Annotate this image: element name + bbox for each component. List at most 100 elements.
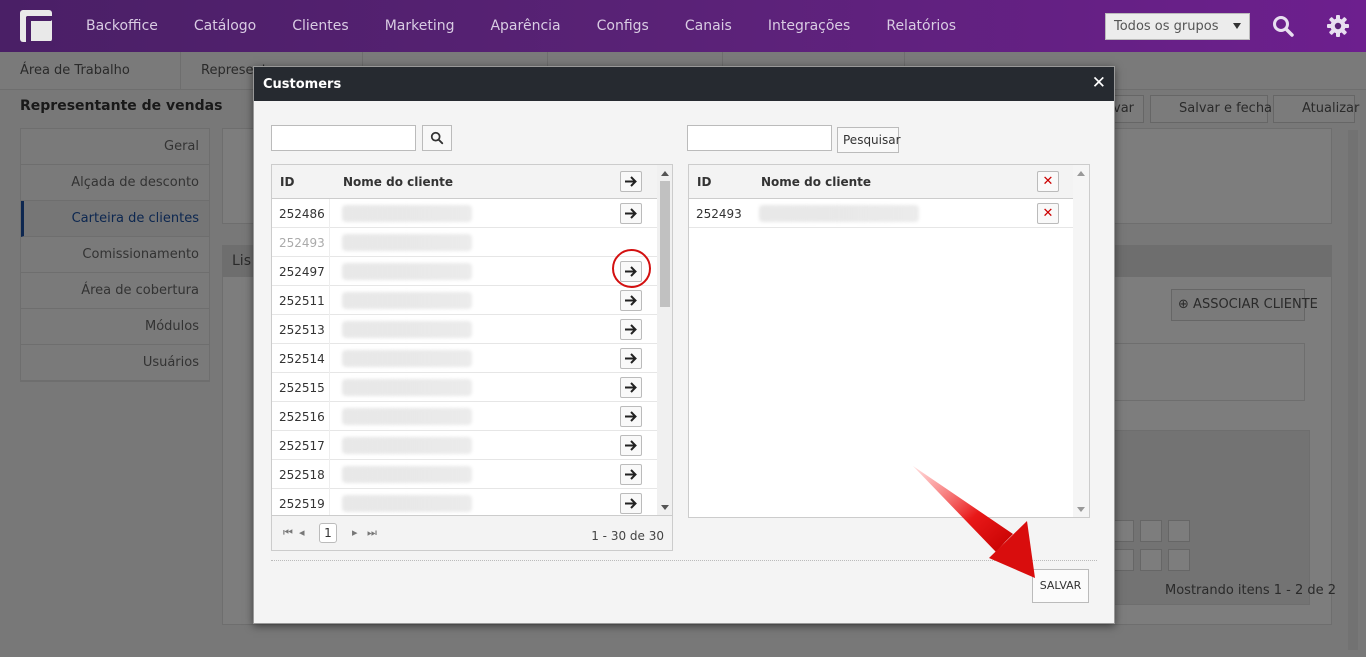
prev-page-icon[interactable]: ◂ bbox=[299, 526, 305, 539]
add-all-button[interactable] bbox=[620, 171, 642, 192]
cell-divider bbox=[329, 402, 330, 431]
customer-id: 252486 bbox=[279, 207, 325, 221]
add-customer-button[interactable] bbox=[620, 319, 642, 340]
page-number[interactable]: 1 bbox=[319, 523, 337, 543]
modal-title: Customers bbox=[263, 77, 342, 92]
cell-divider bbox=[329, 286, 330, 315]
grid-header: ID Nome do cliente bbox=[272, 165, 657, 199]
cell-divider bbox=[329, 199, 330, 228]
customer-name: Dinaio Tato bbox=[342, 321, 472, 338]
add-customer-button[interactable] bbox=[620, 493, 642, 514]
remove-icon: ✕ bbox=[1042, 174, 1054, 189]
search-icon[interactable] bbox=[1272, 15, 1294, 37]
customer-name: Vin Hugene de Moura Araujo bbox=[759, 205, 919, 222]
arrow-right-icon bbox=[625, 411, 637, 422]
nav-relatorios[interactable]: Relatórios bbox=[868, 18, 974, 34]
left-search-input[interactable] bbox=[271, 125, 416, 151]
customer-id: 252497 bbox=[279, 265, 325, 279]
cell-divider bbox=[329, 460, 330, 489]
nav-backoffice[interactable]: Backoffice bbox=[68, 18, 176, 34]
pager-info: 1 - 30 de 30 bbox=[591, 529, 664, 543]
add-customer-button[interactable] bbox=[620, 377, 642, 398]
top-navbar: Backoffice Catálogo Clientes Marketing A… bbox=[0, 0, 1366, 52]
grid-header: ID Nome do cliente ✕ bbox=[689, 165, 1073, 199]
table-row: 252518 Lindoso Tilede bbox=[272, 460, 657, 489]
customer-name: Tiaele Alel bbox=[342, 408, 472, 425]
customer-id: 252511 bbox=[279, 294, 325, 308]
customer-name: Vin Hugene de Moura Araujo bbox=[342, 234, 472, 251]
customer-name: Adali Bella bbox=[342, 292, 472, 309]
add-customer-button[interactable] bbox=[620, 348, 642, 369]
table-row: 252497 Esmerim Asparin bbox=[272, 257, 657, 286]
right-search-input[interactable] bbox=[687, 125, 832, 151]
first-page-icon[interactable]: ⏮ bbox=[283, 526, 293, 540]
table-row: 252515 Jessie Ioridero bbox=[272, 373, 657, 402]
available-customers-grid: ID Nome do cliente 252486Alexander Cho25… bbox=[271, 164, 673, 516]
right-grid-scrollbar[interactable] bbox=[1073, 165, 1089, 517]
left-search-button[interactable] bbox=[422, 125, 452, 151]
customer-id: 252514 bbox=[279, 352, 325, 366]
nav-integracoes[interactable]: Integrações bbox=[750, 18, 869, 34]
next-page-icon[interactable]: ▸ bbox=[352, 526, 358, 539]
scroll-up-icon[interactable] bbox=[1077, 171, 1085, 176]
add-customer-button[interactable] bbox=[620, 435, 642, 456]
annotation-circle bbox=[612, 249, 651, 288]
customer-name: Fernandes Emdeo bbox=[342, 437, 472, 454]
pesquisar-button[interactable]: Pesquisar bbox=[837, 127, 901, 153]
table-row: 252511 Adali Bella bbox=[272, 286, 657, 315]
nav-clientes[interactable]: Clientes bbox=[274, 18, 366, 34]
cell-divider bbox=[329, 257, 330, 286]
caret-down-icon bbox=[1233, 23, 1241, 29]
scroll-up-icon[interactable] bbox=[661, 171, 669, 176]
cell-divider bbox=[329, 373, 330, 402]
cell-divider bbox=[329, 228, 330, 257]
scroll-thumb[interactable] bbox=[660, 181, 670, 307]
add-customer-button[interactable] bbox=[620, 290, 642, 311]
main-menu: Backoffice Catálogo Clientes Marketing A… bbox=[68, 0, 974, 52]
nav-marketing[interactable]: Marketing bbox=[367, 18, 473, 34]
col-name-header: Nome do cliente bbox=[343, 175, 454, 189]
left-grid-scrollbar[interactable] bbox=[657, 165, 672, 515]
close-icon[interactable]: ✕ bbox=[1092, 74, 1106, 92]
table-row: 252516 Tiaele Alel bbox=[272, 402, 657, 431]
cell-divider bbox=[329, 431, 330, 460]
col-id-header: ID bbox=[280, 175, 295, 189]
modal-header: Customers ✕ bbox=[254, 67, 1114, 101]
arrow-right-icon bbox=[625, 353, 637, 364]
table-row: 252517 Fernandes Emdeo bbox=[272, 431, 657, 460]
customer-name: Esmerim Asparin bbox=[342, 263, 472, 280]
last-page-icon[interactable]: ⏭ bbox=[367, 526, 377, 540]
add-customer-button[interactable] bbox=[620, 464, 642, 485]
remove-customer-button[interactable]: ✕ bbox=[1037, 203, 1059, 224]
app-logo[interactable] bbox=[20, 10, 56, 46]
table-row: 252493 Vin Hugene de Moura Araujo bbox=[272, 228, 657, 257]
left-grid-pager: ⏮ ◂ 1 ▸ ⏭ 1 - 30 de 30 bbox=[271, 516, 673, 551]
table-row: 252493 Vin Hugene de Moura Araujo ✕ bbox=[689, 199, 1073, 228]
arrow-right-icon bbox=[625, 176, 637, 187]
col-name-header: Nome do cliente bbox=[761, 175, 872, 189]
customer-id: 252493 bbox=[696, 207, 742, 221]
scroll-down-icon[interactable] bbox=[661, 505, 669, 510]
add-customer-button[interactable] bbox=[620, 406, 642, 427]
customer-name: Jessie Ioridero bbox=[342, 379, 472, 396]
customer-name: Lucas Betro Aid Santos bbox=[342, 495, 472, 512]
gear-icon[interactable] bbox=[1326, 14, 1350, 38]
scroll-down-icon[interactable] bbox=[1077, 507, 1085, 512]
customer-id: 252518 bbox=[279, 468, 325, 482]
cell-divider bbox=[329, 489, 330, 515]
add-customer-button[interactable] bbox=[620, 203, 642, 224]
nav-aparencia[interactable]: Aparência bbox=[472, 18, 578, 34]
remove-all-button[interactable]: ✕ bbox=[1037, 171, 1059, 192]
customer-name: Renata Borlinni bbox=[342, 350, 472, 367]
nav-canais[interactable]: Canais bbox=[667, 18, 750, 34]
customer-id: 252516 bbox=[279, 410, 325, 424]
customer-name: Lindoso Tilede bbox=[342, 466, 472, 483]
group-select[interactable]: Todos os grupos bbox=[1105, 13, 1250, 40]
arrow-right-icon bbox=[625, 440, 637, 451]
nav-catalogo[interactable]: Catálogo bbox=[176, 18, 274, 34]
arrow-right-icon bbox=[625, 208, 637, 219]
table-row: 252513 Dinaio Tato bbox=[272, 315, 657, 344]
arrow-right-icon bbox=[625, 382, 637, 393]
customer-id: 252519 bbox=[279, 497, 325, 511]
nav-configs[interactable]: Configs bbox=[579, 18, 667, 34]
